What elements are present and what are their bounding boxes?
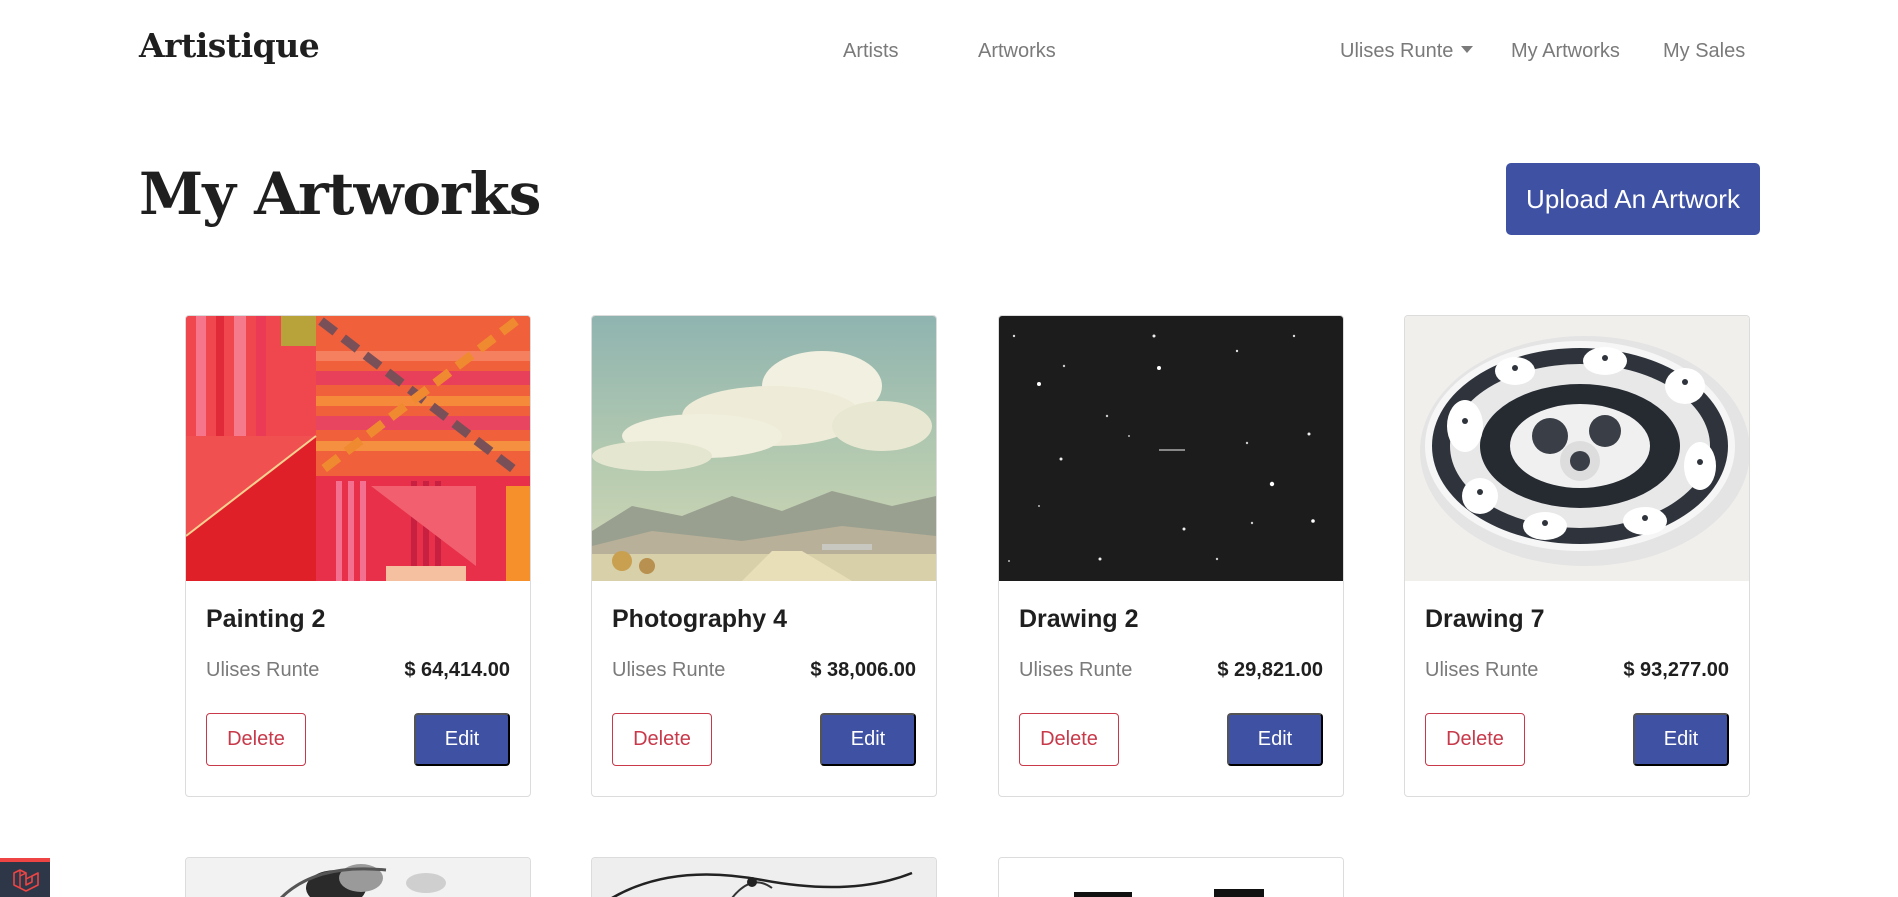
delete-button[interactable]: Delete: [612, 713, 712, 766]
nav-artists[interactable]: Artists: [843, 40, 899, 63]
artwork-image[interactable]: [592, 316, 936, 581]
artwork-image[interactable]: [1405, 316, 1749, 581]
artwork-artist: Ulises Runte: [612, 659, 726, 681]
nav-my-artworks[interactable]: My Artworks: [1511, 40, 1620, 63]
artwork-title[interactable]: Drawing 2: [1019, 605, 1138, 634]
navbar: Artistique Artists Artworks Ulises Runte…: [0, 0, 1898, 104]
delete-button[interactable]: Delete: [206, 713, 306, 766]
artwork-card-partial: [185, 857, 531, 897]
page-title: My Artworks: [139, 160, 541, 228]
user-name: Ulises Runte: [1340, 40, 1454, 62]
artwork-title[interactable]: Painting 2: [206, 605, 325, 634]
edit-button[interactable]: Edit: [1633, 713, 1729, 766]
debugbar-icon[interactable]: [0, 858, 50, 897]
artwork-title[interactable]: Photography 4: [612, 605, 787, 634]
artwork-image[interactable]: [186, 316, 530, 581]
upload-artwork-button[interactable]: Upload An Artwork: [1506, 163, 1760, 235]
user-dropdown[interactable]: Ulises Runte: [1340, 40, 1474, 63]
artwork-price: $ 64,414.00: [404, 659, 510, 681]
artwork-artist: Ulises Runte: [1425, 659, 1539, 681]
brand-logo[interactable]: Artistique: [139, 26, 320, 65]
artwork-card: Drawing 7 Ulises Runte $ 93,277.00 Delet…: [1404, 315, 1750, 797]
artwork-card: Painting 2 Ulises Runte $ 64,414.00 Dele…: [185, 315, 531, 797]
edit-button[interactable]: Edit: [820, 713, 916, 766]
caret-down-icon: [1461, 46, 1474, 53]
artwork-image[interactable]: [999, 316, 1343, 581]
laravel-icon: [13, 868, 39, 892]
nav-artworks[interactable]: Artworks: [978, 40, 1056, 63]
edit-button[interactable]: Edit: [1227, 713, 1323, 766]
nav-my-sales[interactable]: My Sales: [1663, 40, 1745, 63]
artwork-card: Photography 4 Ulises Runte $ 38,006.00 D…: [591, 315, 937, 797]
artwork-image[interactable]: [592, 858, 936, 897]
artwork-price: $ 29,821.00: [1217, 659, 1323, 681]
delete-button[interactable]: Delete: [1425, 713, 1525, 766]
artwork-price: $ 93,277.00: [1623, 659, 1729, 681]
artwork-price: $ 38,006.00: [810, 659, 916, 681]
artwork-title[interactable]: Drawing 7: [1425, 605, 1544, 634]
artwork-image[interactable]: [999, 858, 1343, 897]
artwork-card: Drawing 2 Ulises Runte $ 29,821.00 Delet…: [998, 315, 1344, 797]
artwork-card-partial: [591, 857, 937, 897]
artwork-card-partial: [998, 857, 1344, 897]
artwork-image[interactable]: [186, 858, 530, 897]
edit-button[interactable]: Edit: [414, 713, 510, 766]
delete-button[interactable]: Delete: [1019, 713, 1119, 766]
artwork-artist: Ulises Runte: [206, 659, 320, 681]
artwork-artist: Ulises Runte: [1019, 659, 1133, 681]
